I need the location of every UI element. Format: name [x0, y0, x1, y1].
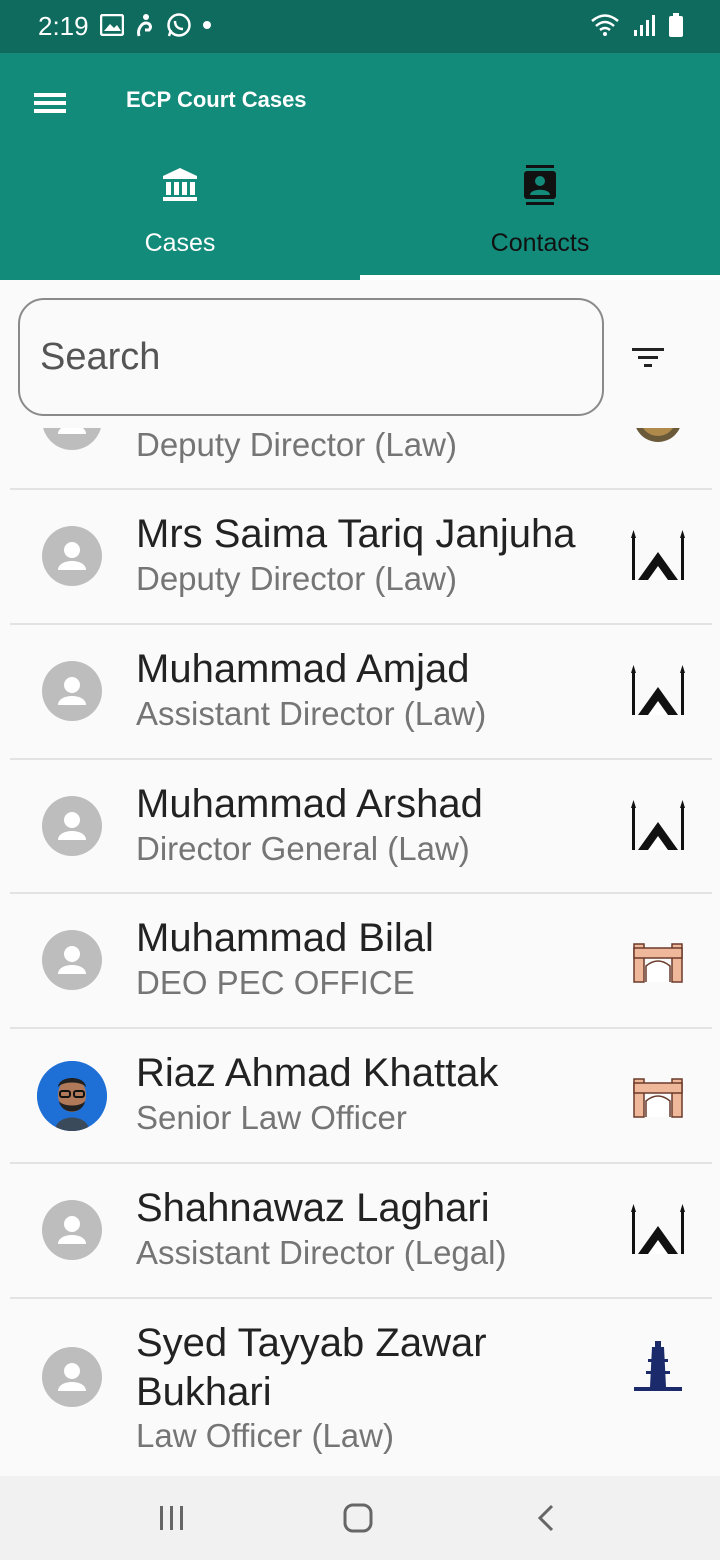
person-icon: [58, 542, 86, 570]
contact-card-icon: [524, 165, 556, 205]
recents-button[interactable]: [152, 1498, 192, 1538]
person-icon: [58, 946, 86, 974]
avatar: [42, 1347, 102, 1407]
contact-role: Deputy Director (Law): [136, 560, 457, 597]
gallery-icon: [100, 14, 124, 36]
app-bar: ECP Court Cases Cases Contacts: [0, 53, 720, 280]
contact-name: Muhammad Arshad: [136, 782, 483, 826]
signal-icon: [634, 15, 655, 36]
bank-icon: [163, 168, 197, 201]
contact-name: Mrs Saima Tariq Janjuha: [136, 512, 576, 556]
home-icon: [343, 1503, 373, 1533]
contact-row[interactable]: Shahnawaz Laghari Assistant Director (Le…: [10, 1164, 712, 1299]
faisal-mosque-icon: [631, 665, 685, 715]
contact-role: Senior Law Officer: [136, 1099, 407, 1136]
minar-icon: [634, 1341, 682, 1391]
person-icon: [58, 812, 86, 840]
contact-row[interactable]: Muhammad Arshad Director General (Law): [10, 760, 712, 894]
status-bar: 2:19: [0, 0, 720, 53]
accessibility-icon: [137, 14, 152, 37]
photo-avatar: [37, 1061, 107, 1131]
back-button[interactable]: [526, 1498, 566, 1538]
filter-icon: [632, 348, 664, 367]
back-icon: [537, 1504, 554, 1532]
tab-label-contacts: Contacts: [490, 229, 590, 257]
avatar: [42, 526, 102, 586]
status-time: 2:19: [38, 11, 89, 41]
contact-role: Law Officer (Law): [136, 1417, 394, 1454]
home-button[interactable]: [338, 1498, 378, 1538]
contact-name: Riaz Ahmad Khattak: [136, 1051, 499, 1095]
contact-role: Assistant Director (Legal): [136, 1234, 507, 1271]
person-icon: [58, 1216, 86, 1244]
contact-name: Muhammad Bilal: [136, 916, 434, 960]
person-icon: [58, 1363, 86, 1391]
contact-row[interactable]: Riaz Ahmad Khattak Senior Law Officer: [10, 1029, 712, 1164]
avatar: [42, 1200, 102, 1260]
search-field[interactable]: [18, 298, 604, 416]
contact-role: DEO PEC OFFICE: [136, 964, 415, 1001]
contact-row[interactable]: Syed Tayyab Zawar Bukhari Law Officer (L…: [10, 1299, 712, 1476]
tab-label-cases: Cases: [144, 229, 216, 257]
app-title: ECP Court Cases: [126, 87, 307, 112]
filter-button[interactable]: [628, 340, 670, 376]
contact-role: Assistant Director (Law): [136, 695, 487, 732]
wifi-icon: [591, 14, 619, 36]
contacts-list[interactable]: Deputy Director (Law) Mrs Saima Tariq Ja…: [0, 280, 720, 1476]
faisal-mosque-icon: [631, 1204, 685, 1254]
faisal-mosque-icon: [631, 530, 685, 580]
person-icon: [58, 677, 86, 705]
contact-row[interactable]: Muhammad Bilal DEO PEC OFFICE: [10, 894, 712, 1029]
contact-name: Muhammad Amjad: [136, 647, 470, 691]
status-icons-left: [100, 12, 212, 38]
fort-gate-icon: [633, 943, 683, 983]
contact-name: Shahnawaz Laghari: [136, 1186, 490, 1230]
dot-icon: [203, 21, 211, 29]
search-input[interactable]: [40, 322, 580, 392]
contact-row[interactable]: Mrs Saima Tariq Janjuha Deputy Director …: [10, 490, 712, 625]
contact-name: Syed Tayyab Zawar Bukhari: [136, 1321, 487, 1414]
whatsapp-icon: [167, 13, 191, 37]
faisal-mosque-icon: [631, 800, 685, 850]
contact-role: Director General (Law): [136, 830, 470, 867]
menu-button[interactable]: [28, 83, 72, 123]
menu-icon: [34, 93, 66, 113]
avatar: [42, 930, 102, 990]
contact-row[interactable]: Muhammad Amjad Assistant Director (Law): [10, 625, 712, 760]
avatar: [42, 796, 102, 856]
system-nav-bar: [0, 1476, 720, 1560]
recents-icon: [160, 1506, 183, 1530]
tab-cases[interactable]: Cases: [0, 153, 360, 280]
battery-icon: [669, 13, 683, 37]
tab-contacts[interactable]: Contacts: [360, 153, 720, 280]
contact-role: Deputy Director (Law): [136, 426, 457, 463]
status-icons-right: [590, 12, 684, 38]
avatar: [42, 661, 102, 721]
fort-gate-icon: [633, 1078, 683, 1118]
person-photo-icon: [37, 1061, 107, 1131]
